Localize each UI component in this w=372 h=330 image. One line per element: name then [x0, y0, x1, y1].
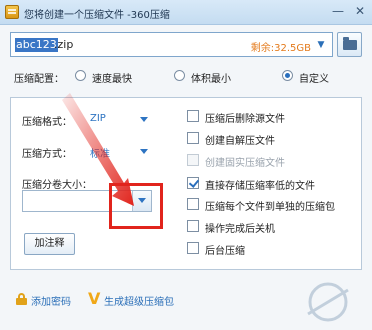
add-password-link[interactable]: 添加密码	[31, 293, 71, 308]
format-dropdown-icon[interactable]	[140, 117, 148, 122]
free-space-label: 剩余:32.5GB	[250, 43, 311, 54]
checkbox-delete-source-label[interactable]: 压缩后删除源文件	[205, 110, 285, 125]
folder-icon	[343, 37, 357, 50]
checkbox-background[interactable]	[187, 242, 199, 254]
annotation-highlight-box	[109, 183, 163, 229]
path-extension-text: .zip	[54, 38, 74, 51]
radio-smallest-size[interactable]	[174, 70, 185, 81]
output-path-input[interactable]: abc123 .zip 剩余:32.5GB ▼	[10, 32, 333, 57]
checkbox-shutdown-label[interactable]: 操作完成后关机	[205, 220, 275, 235]
format-label: 压缩格式：	[22, 117, 72, 128]
title-bar: 您将创建一个压缩文件 -360压缩 — ✕	[0, 0, 372, 25]
path-selected-text: abc123	[15, 38, 58, 52]
checkbox-separate-archives[interactable]	[187, 198, 199, 210]
checkbox-separate-archives-label[interactable]: 压缩每个文件到单独的压缩包	[205, 198, 335, 213]
checkbox-solid-archive	[187, 154, 199, 166]
config-label: 压缩配置：	[14, 74, 64, 85]
minimize-button[interactable]: —	[330, 3, 346, 19]
checkbox-store-low-ratio[interactable]	[187, 177, 199, 189]
checkbox-self-extract-label[interactable]: 创建自解压文件	[205, 132, 275, 147]
close-button[interactable]: ✕	[352, 3, 368, 19]
method-dropdown-icon[interactable]	[140, 149, 148, 154]
path-dropdown-arrow-icon[interactable]: ▼	[314, 38, 328, 52]
radio-speed-fastest[interactable]	[75, 70, 86, 81]
lock-icon[interactable]	[16, 293, 27, 305]
super-package-icon: V	[88, 289, 101, 308]
add-comment-button[interactable]: 加注释	[24, 233, 75, 255]
radio-speed-fastest-label[interactable]: 速度最快	[92, 70, 132, 85]
split-size-label: 压缩分卷大小：	[22, 180, 92, 191]
format-select[interactable]: ZIP	[90, 113, 106, 124]
app-icon	[5, 5, 19, 19]
method-label: 压缩方式：	[22, 149, 72, 160]
method-select[interactable]: 标准	[90, 145, 110, 160]
browse-folder-button[interactable]	[337, 32, 362, 57]
checkbox-shutdown[interactable]	[187, 220, 199, 232]
window-title: 您将创建一个压缩文件 -360压缩	[24, 10, 170, 21]
watermark-logo	[307, 282, 349, 322]
checkbox-delete-source[interactable]	[187, 110, 199, 122]
super-package-link[interactable]: 生成超级压缩包	[104, 293, 174, 308]
checkbox-solid-archive-label: 创建固实压缩文件	[205, 158, 285, 169]
radio-custom[interactable]	[282, 70, 293, 81]
radio-smallest-size-label[interactable]: 体积最小	[191, 70, 231, 85]
checkbox-background-label[interactable]: 后台压缩	[205, 242, 245, 257]
checkbox-store-low-ratio-label[interactable]: 直接存储压缩率低的文件	[205, 177, 315, 192]
checkbox-self-extract[interactable]	[187, 132, 199, 144]
radio-custom-label[interactable]: 自定义	[299, 70, 329, 85]
